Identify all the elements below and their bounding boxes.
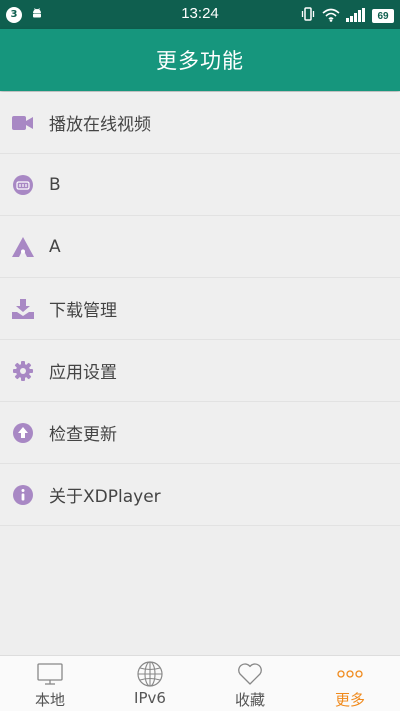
acfun-icon — [12, 236, 34, 258]
menu-item-app-settings[interactable]: 应用设置 — [0, 340, 400, 402]
title-bar: 更多功能 — [0, 29, 400, 91]
menu-item-label: B — [49, 174, 61, 195]
video-camera-icon — [12, 112, 34, 134]
download-icon — [12, 298, 34, 320]
page-title: 更多功能 — [156, 49, 244, 73]
globe-icon — [136, 661, 164, 687]
menu-item-label: 播放在线视频 — [49, 115, 151, 135]
status-bar: 3 13:24 69 — [0, 0, 400, 29]
menu-item-download-manager[interactable]: 下载管理 — [0, 278, 400, 340]
tab-label: IPv6 — [134, 689, 166, 707]
more-dots-icon — [336, 661, 364, 687]
tab-label: 收藏 — [234, 691, 265, 709]
tab-label: 本地 — [34, 691, 65, 709]
battery-icon: 69 — [372, 9, 394, 23]
tab-local[interactable]: 本地 — [0, 656, 100, 711]
tab-more[interactable]: 更多 — [300, 656, 400, 711]
upgrade-arrow-icon — [12, 422, 34, 444]
tab-label: 更多 — [334, 691, 365, 709]
menu-item-label: 关于XDPlayer — [49, 487, 161, 507]
menu-item-label: 应用设置 — [49, 363, 117, 383]
menu-item-about[interactable]: 关于XDPlayer — [0, 464, 400, 526]
menu-item-play-online-video[interactable]: 播放在线视频 — [0, 92, 400, 154]
menu-item-label: 下载管理 — [49, 301, 117, 321]
feature-menu: 播放在线视频 B A 下载管理 应用设置 检查更新 关于XDPlayer — [0, 92, 400, 526]
signal-icon — [346, 7, 366, 26]
monitor-icon — [36, 661, 64, 687]
vibrate-icon — [300, 6, 316, 26]
tab-favorites[interactable]: 收藏 — [200, 656, 300, 711]
wifi-icon — [322, 7, 340, 26]
menu-item-check-update[interactable]: 检查更新 — [0, 402, 400, 464]
heart-icon — [236, 661, 264, 687]
bottom-nav: 本地 IPv6 收藏 更多 — [0, 655, 400, 711]
menu-item-label: A — [49, 236, 61, 257]
info-icon — [12, 484, 34, 506]
menu-item-acfun[interactable]: A — [0, 216, 400, 278]
status-bar-right: 69 — [300, 6, 394, 26]
menu-item-label: 检查更新 — [49, 425, 117, 445]
tab-ipv6[interactable]: IPv6 — [100, 656, 200, 711]
gear-icon — [12, 360, 34, 382]
menu-item-bilibili[interactable]: B — [0, 154, 400, 216]
bilibili-icon — [12, 174, 34, 196]
